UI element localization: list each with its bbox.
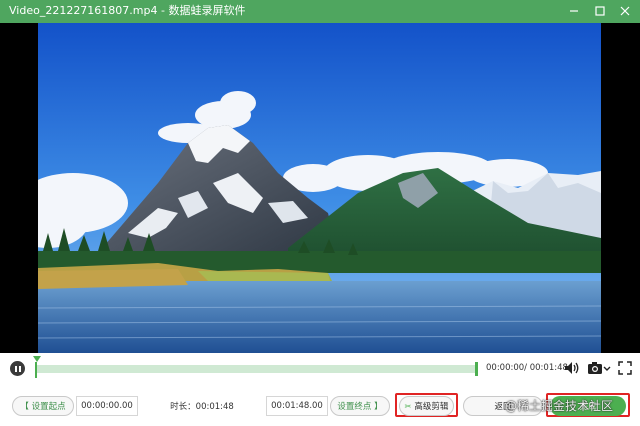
window-title: Video_221227161807.mp4 - 数据蛙录屏软件 xyxy=(9,4,246,17)
player-controls: 00:00:00/ 00:01:48 【 设置起点 00:00:00.00 时长… xyxy=(0,353,640,426)
trim-toolbar: 【 设置起点 00:00:00.00 时长：00:01:48 00:01:48.… xyxy=(0,393,640,417)
back-button[interactable]: 返回 xyxy=(463,396,543,416)
title-bar: Video_221227161807.mp4 - 数据蛙录屏软件 xyxy=(0,0,640,23)
volume-icon[interactable] xyxy=(563,359,581,377)
timeline-end-handle[interactable] xyxy=(475,362,478,376)
time-readout: 00:00:00/ 00:01:48 xyxy=(486,363,568,373)
advanced-cut-button[interactable]: ✂ 高级剪辑 xyxy=(399,396,454,416)
timeline-start-handle[interactable] xyxy=(33,356,41,378)
maximize-icon[interactable] xyxy=(591,3,609,19)
advanced-cut-label: 高级剪辑 xyxy=(414,402,449,412)
close-icon[interactable] xyxy=(616,3,634,19)
video-frame xyxy=(38,23,601,353)
video-preview-area xyxy=(0,23,640,353)
pause-icon[interactable] xyxy=(10,361,25,376)
duration-label: 时长：00:01:48 xyxy=(170,402,234,412)
set-start-button[interactable]: 【 设置起点 xyxy=(12,396,74,416)
start-time-field[interactable]: 00:00:00.00 xyxy=(76,396,138,416)
timeline-track[interactable] xyxy=(35,365,478,373)
camera-icon[interactable] xyxy=(586,359,612,377)
minimize-icon[interactable] xyxy=(565,3,583,19)
set-end-button[interactable]: 设置终点 】 xyxy=(330,396,390,416)
fullscreen-icon[interactable] xyxy=(616,359,634,377)
scissors-icon: ✂ xyxy=(404,401,412,411)
finish-button[interactable]: 完成 xyxy=(550,396,626,416)
end-time-field[interactable]: 00:01:48.00 xyxy=(266,396,328,416)
